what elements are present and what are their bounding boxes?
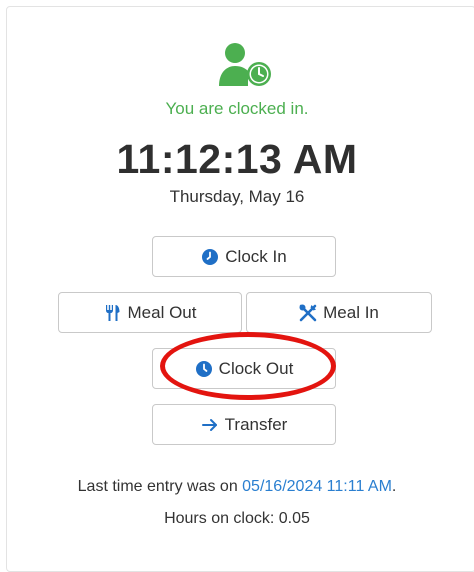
utensils-crossed-icon [299,304,317,322]
transfer-label: Transfer [224,414,288,434]
last-entry-prefix: Last time entry was on [77,478,243,495]
current-time: 11:12:13 AM [116,136,358,182]
meal-in-label: Meal In [323,302,379,322]
last-entry-text: Last time entry was on 05/16/2024 11:11 … [0,478,474,496]
current-date: Thursday, May 16 [169,187,305,206]
clock-out-label: Clock Out [218,358,294,378]
clock-in-label: Clock In [225,246,287,266]
clock-in-button[interactable]: Clock In [152,236,336,277]
meal-in-button[interactable]: Meal In [246,292,432,333]
clock-icon [195,360,213,378]
clock-out-button[interactable]: Clock Out [152,348,336,389]
transfer-button[interactable]: Transfer [152,404,336,445]
meal-out-label: Meal Out [127,302,197,322]
user-clock-icon [219,43,271,86]
meal-out-button[interactable]: Meal Out [58,292,242,333]
last-entry-link[interactable]: 05/16/2024 11:11 AM [242,478,392,495]
arrow-right-icon [201,416,219,434]
clock-status-text: You are clocked in. [165,99,309,118]
last-entry-suffix: . [391,478,397,495]
clock-icon [201,248,219,266]
utensils-icon [104,304,122,322]
hours-on-clock: Hours on clock: 0.05 [164,510,310,527]
